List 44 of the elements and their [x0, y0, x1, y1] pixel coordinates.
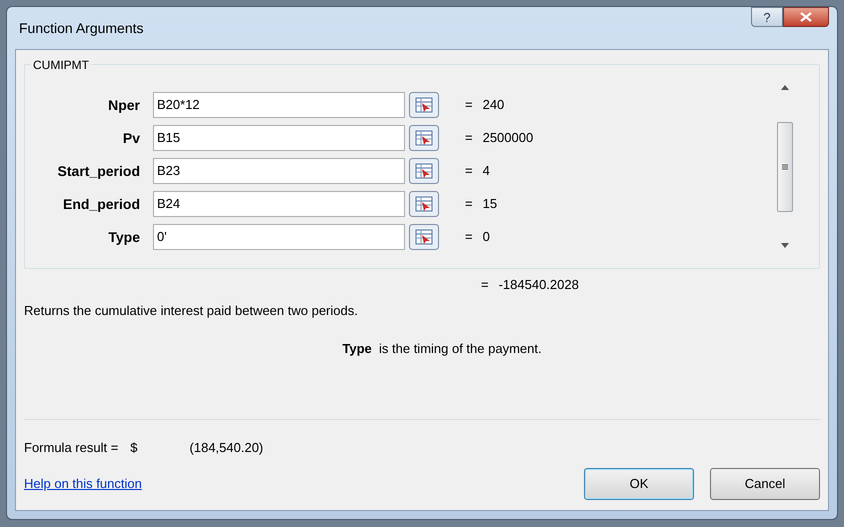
argument-field[interactable]: 0': [153, 224, 405, 250]
close-button[interactable]: [783, 7, 829, 27]
dialog-button[interactable]: OK: [584, 468, 694, 500]
grip-icon: [782, 164, 788, 170]
argument-label: Type: [107, 228, 141, 247]
argument-label: Nper: [107, 96, 141, 115]
scrollbar[interactable]: [775, 85, 795, 248]
window-title: Function Arguments: [19, 18, 144, 38]
collapse-dialog-icon[interactable]: [409, 92, 439, 118]
overall-result: -184540.2028: [498, 276, 579, 294]
currency-symbol: $: [130, 439, 138, 458]
scroll-thumb[interactable]: [777, 122, 793, 212]
argument-result: 15: [482, 195, 498, 214]
argument-result: 0: [482, 228, 490, 246]
argument-label: Pv: [122, 128, 141, 148]
equals-sign: =: [465, 195, 473, 214]
formula-result-label: Formula result =: [24, 439, 118, 458]
collapse-dialog-icon[interactable]: [409, 125, 439, 151]
help-button[interactable]: ?: [751, 7, 783, 27]
argument-label: End_period: [62, 194, 141, 214]
scroll-up-icon[interactable]: [781, 85, 789, 90]
collapse-dialog-icon[interactable]: [409, 191, 439, 217]
scroll-down-icon[interactable]: [781, 243, 789, 248]
dialog-button[interactable]: Cancel: [710, 468, 820, 500]
collapse-dialog-icon[interactable]: [409, 158, 439, 184]
equals-sign: =: [465, 96, 473, 114]
equals-sign: =: [465, 129, 473, 148]
argument-field[interactable]: B23: [153, 158, 405, 184]
argument-result: 240: [482, 96, 504, 114]
equals-sign: =: [465, 162, 473, 180]
collapse-dialog-icon[interactable]: [409, 224, 439, 250]
argument-label: Start_period: [56, 162, 141, 181]
argument-field[interactable]: B15: [153, 125, 405, 151]
equals-sign: =: [481, 276, 489, 294]
close-icon: [800, 12, 812, 22]
equals-sign: =: [465, 228, 473, 246]
function-description: Returns the cumulative interest paid between two periods.: [24, 302, 359, 320]
argument-help: Type is the timing of the payment.: [341, 340, 542, 358]
argument-result: 4: [482, 162, 490, 180]
argument-field[interactable]: B24: [153, 191, 405, 217]
argument-field[interactable]: B20*12: [153, 92, 405, 118]
help-link[interactable]: Help on this function: [24, 474, 142, 494]
formula-result-value: (184,540.20): [190, 439, 264, 458]
argument-result: 2500000: [482, 129, 534, 148]
